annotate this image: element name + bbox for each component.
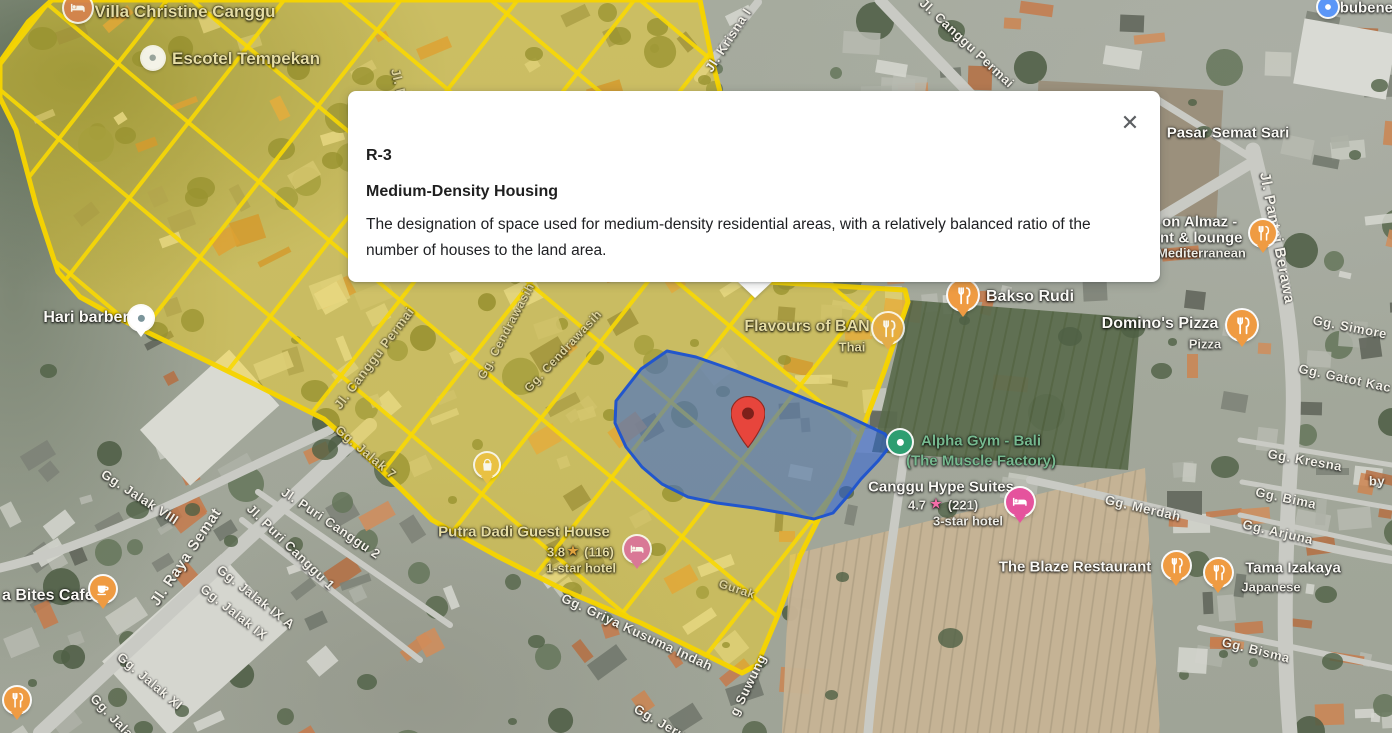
gg-jalak-7: Gg. Jalak 7 [332,422,399,482]
tama-izakaya-label[interactable]: Tama Izakaya [1245,560,1341,577]
gg-bima: Gg. Bima [1254,484,1318,512]
zone-code: R-3 [366,147,1142,165]
putra-dadi-lodging-icon-pointer [631,561,643,569]
gg-arjuna: Gg. Arjuna [1241,517,1314,548]
canggu-hype-suites-label[interactable]: Canggu Hype Suites [868,479,1014,496]
gg-griya-kusuma-indah: Gg. Griya Kusuma Indah [559,590,715,673]
gg-gatot-kac: Gg. Gatot Kac [1297,361,1392,395]
dominos-pizza-category[interactable]: Pizza [1189,337,1222,352]
bites-cafe-icon[interactable] [90,576,116,602]
alpha-gym-label-line1[interactable]: Alpha Gym - Bali [921,433,1041,450]
hari-barber-poi-icon[interactable] [129,306,153,330]
villa-christine-canggu-label[interactable]: Villa Christine Canggu [94,2,275,22]
pasar-semat-sari-label[interactable]: Pasar Semat Sari [1167,125,1290,142]
putra-dadi-rating-value[interactable]: 3.8 [547,545,565,560]
bites-cafe-icon-pointer [97,601,109,609]
gurak-fragment: Gurak [717,577,757,602]
canggu-hype-rating-count[interactable]: (221) [948,498,978,513]
gg-bisma: Gg. Bisma [1220,634,1291,665]
gg-cendrawasih-2: Gg. Cendrawasih [521,307,604,395]
suwung-fragment: g Suwung [727,652,770,719]
by-fragment: by [1369,474,1385,489]
flavours-of-ban-label[interactable]: Flavours of BAN [744,318,869,336]
villa-christine-lodging-icon[interactable] [64,0,92,22]
popup-pointer [737,281,773,298]
tama-restaurant-icon-pointer [1212,585,1224,593]
dominos-pizza-label[interactable]: Domino's Pizza [1102,315,1219,333]
hari-barber-poi-icon-pointer [135,329,147,337]
dominos-restaurant-icon[interactable] [1227,310,1257,340]
alpha-gym-icon[interactable] [888,430,912,454]
corner-restaurant-icon[interactable] [4,687,30,713]
dominos-restaurant-icon-pointer [1236,339,1248,347]
blaze-restaurant-icon[interactable] [1163,552,1190,579]
putra-dadi-lodging-icon[interactable] [624,536,650,562]
jl-canggu-permai-north: Jl. Canggu Permai [917,0,1018,91]
canggu-hype-lodging-icon[interactable] [1006,488,1034,516]
gg-kresna: Gg. Kresna [1267,446,1344,474]
tama-restaurant-icon[interactable] [1205,559,1232,586]
putra-dadi-rating-star[interactable]: ★ [567,543,579,559]
almaz-label-line1[interactable]: on Almaz - [1162,214,1237,231]
corner-restaurant-icon-pointer [11,712,23,720]
close-icon[interactable]: ✕ [1116,109,1144,137]
flavours-restaurant-icon-pointer [882,342,894,350]
map-viewport[interactable]: Villa Christine Canggu Escotel Tempekan Ha… [0,0,1392,733]
almaz-restaurant-icon[interactable] [1250,220,1276,246]
flavours-restaurant-icon[interactable] [873,313,903,343]
bakso-rudi-label[interactable]: Bakso Rudi [986,288,1074,306]
gg-simore: Gg. Simore [1312,312,1389,341]
almaz-category[interactable]: Mediterranean [1157,246,1246,261]
almaz-restaurant-icon-pointer [1257,245,1269,253]
gg-merdah: Gg. Merdah [1104,492,1183,524]
zone-info-popup: ✕ R-3 Medium-Density Housing The designa… [348,91,1160,282]
alpha-gym-label-line2[interactable]: (The Muscle Factory) [906,453,1056,470]
bites-cafe-label[interactable]: a Bites Cafe [2,587,94,605]
zone-description: The designation of space used for medium… [366,212,1140,264]
canggu-hype-rating-star[interactable]: ★ [930,496,942,512]
jl-krisna-i: Jl. Krisna I [702,5,754,74]
bakso-rudi-restaurant-icon-pointer [957,309,969,317]
tama-izakaya-category[interactable]: Japanese [1241,580,1300,595]
map-pin[interactable] [731,396,765,448]
canggu-hype-category[interactable]: 3-star hotel [933,514,1003,529]
hari-barber-label[interactable]: Hari barber [43,309,128,327]
putra-dadi-rating-count[interactable]: (116) [584,545,614,560]
escotel-tempekan-label[interactable]: Escotel Tempekan [172,49,320,69]
bakso-rudi-restaurant-icon[interactable] [948,280,978,310]
canggu-hype-rating-value[interactable]: 4.7 [908,498,926,513]
jl-canggu-permai-zone: Jl. Canggu Permai [331,304,417,412]
store-poi-icon-pointer [481,476,493,484]
canggu-hype-lodging-icon-pointer [1014,515,1026,523]
escotel-poi-icon[interactable] [142,47,164,69]
gg-jalak-xi: Gg. Jalak XI [114,649,186,712]
blaze-restaurant-label[interactable]: The Blaze Restaurant [999,559,1152,576]
gg-jala-fragment: Gg. Jala [87,691,136,733]
putra-dadi-category[interactable]: 1-star hotel [546,561,616,576]
almaz-label-line2[interactable]: nt & lounge [1160,230,1243,247]
gg-jalak-viii: Gg. Jalak VIII [98,466,181,527]
gg-cendrawasih-1: Gg. Cendrawasih [475,280,538,381]
putra-dadi-guest-house-label[interactable]: Putra Dadi Guest House [438,524,610,541]
store-poi-icon[interactable] [475,453,499,477]
flavours-of-ban-category[interactable]: Thai [839,340,866,355]
blaze-restaurant-icon-pointer [1170,578,1182,586]
gg-jeru-fragment: Gg. Jeru [631,701,688,733]
zone-name: Medium-Density Housing [366,183,1142,201]
